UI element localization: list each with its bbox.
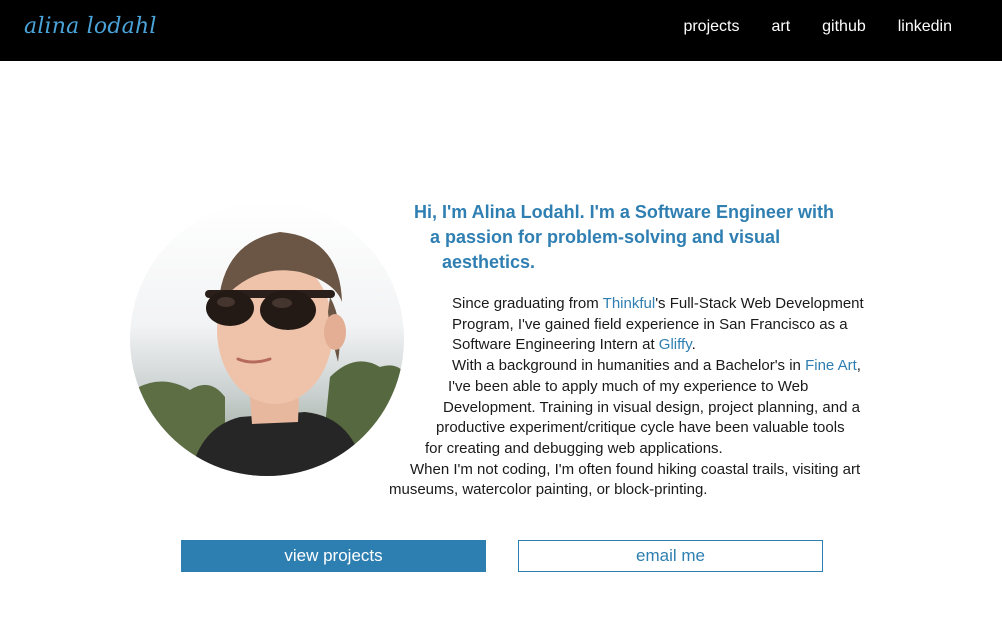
bio-line: productive experiment/critique cycle hav… — [436, 419, 845, 437]
profile-photo — [130, 202, 404, 476]
nav-link-github[interactable]: github — [822, 18, 866, 36]
nav-link-linkedin[interactable]: linkedin — [898, 18, 952, 36]
main-nav: projects art github linkedin — [683, 18, 952, 36]
bio-text-segment: Software Engineering Intern at — [452, 336, 659, 354]
bio-text-segment: 's Full-Stack Web Development — [655, 295, 864, 312]
fine-art-link[interactable]: Fine Art — [805, 357, 857, 374]
headline-line: aesthetics. — [442, 252, 536, 272]
thinkful-link[interactable]: Thinkful — [603, 295, 656, 312]
headline-line: Hi, I'm Alina Lodahl. I'm a Software Eng… — [414, 202, 834, 222]
bio-line: When I'm not coding, I'm often found hik… — [410, 460, 861, 478]
view-projects-button[interactable]: view projects — [181, 540, 486, 572]
profile-photo-illustration — [130, 202, 404, 476]
nav-link-projects[interactable]: projects — [683, 18, 739, 36]
gliffy-link[interactable]: Gliffy — [659, 336, 692, 353]
email-me-button[interactable]: email me — [518, 540, 823, 572]
bio-text-segment: . — [691, 336, 696, 354]
bio-text-segment: With a background in humanities and a Ba… — [452, 357, 806, 375]
brand-logo-link[interactable]: alina lodahl — [24, 14, 157, 39]
bio-text: Since graduating from Thinkful's Full-St… — [388, 294, 908, 501]
bio-text-segment: Since graduating from — [452, 295, 603, 312]
headline-line: a passion for problem-solving and visual — [430, 227, 781, 247]
bio-line: With a background in humanities and a Ba… — [388, 356, 908, 377]
intro-headline: Hi, I'm Alina Lodahl. I'm a Software Eng… — [402, 200, 894, 275]
bio-line: Development. Training in visual design, … — [443, 398, 860, 416]
bio-line: I've been able to apply much of my exper… — [448, 377, 809, 395]
bio-line: for creating and debugging web applicati… — [425, 439, 723, 457]
bio-line: museums, watercolor painting, or block-p… — [389, 481, 708, 499]
bio-text-segment: , — [856, 357, 861, 375]
bio-line: Since graduating from Thinkful's Full-St… — [388, 294, 908, 315]
nav-link-art[interactable]: art — [771, 18, 790, 36]
bio-line: Software Engineering Intern at Gliffy. — [388, 335, 908, 356]
bio-line: Program, I've gained field experience in… — [452, 315, 848, 333]
top-navbar: alina lodahl projects art github linkedi… — [0, 0, 1002, 61]
